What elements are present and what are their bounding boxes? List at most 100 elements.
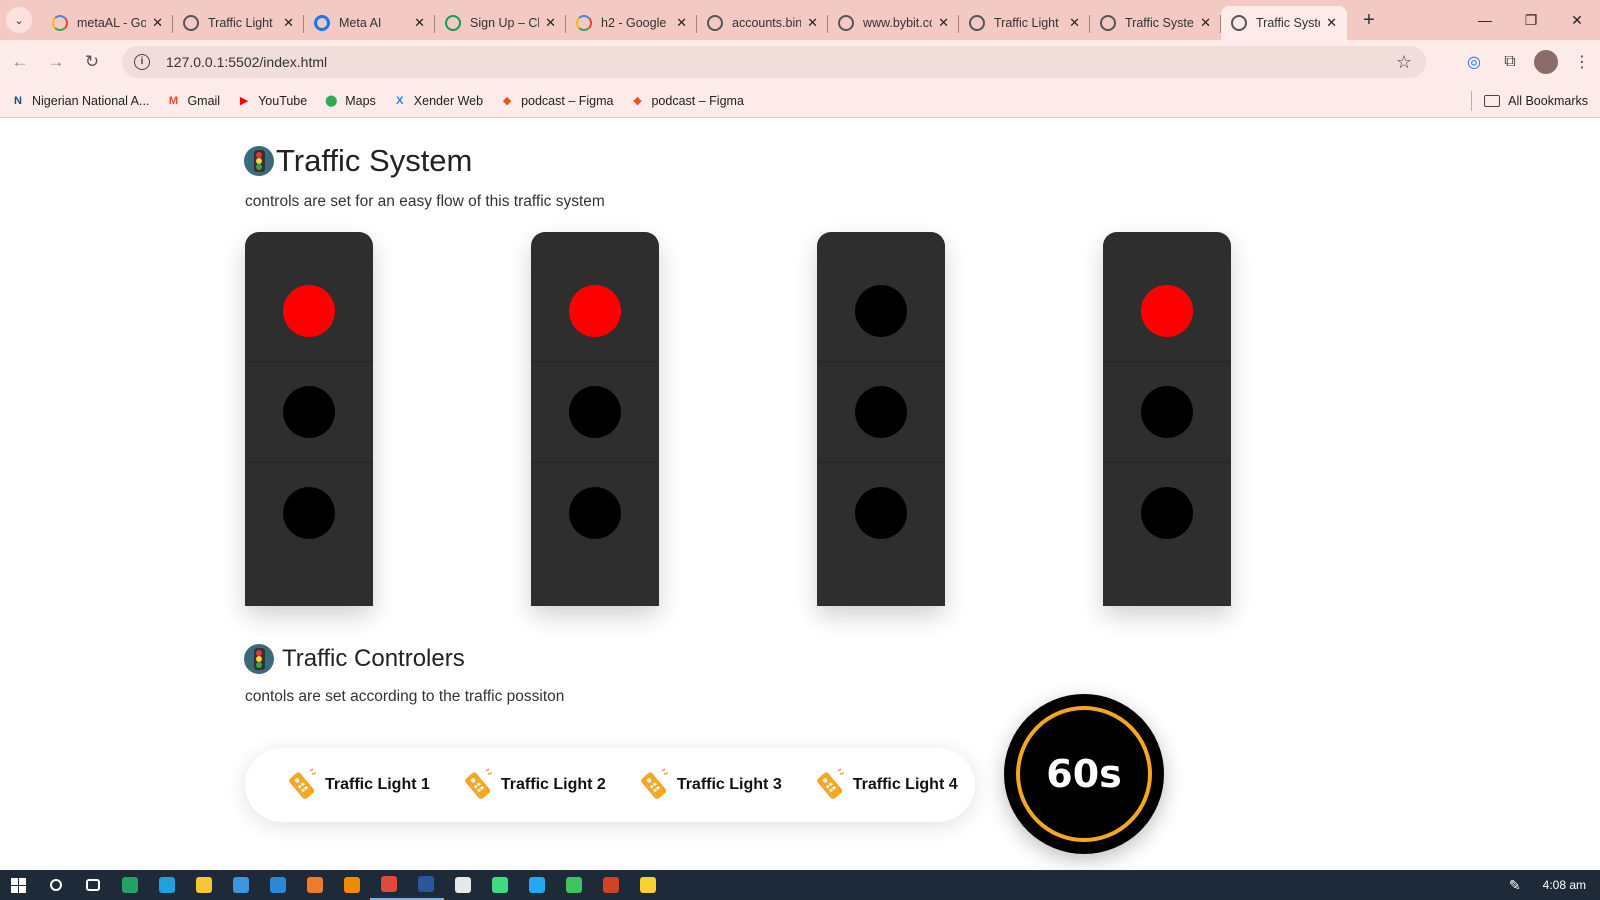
address-bar[interactable]: i 127.0.0.1:5502/index.html ☆ xyxy=(122,46,1426,78)
bookmark-item[interactable]: M Gmail xyxy=(165,93,220,109)
bookmark-star-icon[interactable]: ☆ xyxy=(1396,52,1412,73)
green-lamp xyxy=(1141,487,1193,539)
mail-icon[interactable] xyxy=(259,870,296,900)
tab-title: www.bybit.com xyxy=(863,16,932,30)
chrome-icon[interactable] xyxy=(370,870,407,900)
lamp-slot xyxy=(531,361,659,462)
browser-tab[interactable]: Traffic System ✕ xyxy=(1090,6,1221,40)
app-orange-icon[interactable] xyxy=(296,870,333,900)
lamp-slot xyxy=(817,260,945,361)
control-label: Traffic Light 2 xyxy=(500,776,606,793)
all-bookmarks-button[interactable]: All Bookmarks xyxy=(1484,84,1588,118)
task-view-icon[interactable] xyxy=(74,870,111,900)
tab-close-icon[interactable]: ✕ xyxy=(1326,15,1337,31)
site-info-icon[interactable]: i xyxy=(134,54,150,70)
powerpoint-icon[interactable] xyxy=(592,870,629,900)
tab-close-icon[interactable]: ✕ xyxy=(152,15,163,31)
close-window-button[interactable]: ✕ xyxy=(1554,0,1600,40)
tab-close-icon[interactable]: ✕ xyxy=(938,15,949,31)
app-glyph xyxy=(306,877,323,893)
browser-tab[interactable]: metaAL - Google ✕ xyxy=(42,6,173,40)
all-bookmarks-label: All Bookmarks xyxy=(1508,94,1588,108)
app-figure-icon[interactable] xyxy=(444,870,481,900)
traffic-light-2 xyxy=(531,232,659,606)
store-icon[interactable] xyxy=(222,870,259,900)
word-icon[interactable] xyxy=(407,870,444,900)
gmail-icon: M xyxy=(168,94,179,107)
lamp-slot xyxy=(531,462,659,563)
forward-button[interactable]: → xyxy=(40,46,72,78)
extension-icon[interactable]: ◎ xyxy=(1456,46,1492,78)
bookmark-item[interactable]: ◆ podcast – Figma xyxy=(629,93,744,109)
pen-icon[interactable]: ✎ xyxy=(1509,877,1521,894)
bookmark-item[interactable]: X Xender Web xyxy=(392,93,483,109)
tab-search-button[interactable]: ⌄ xyxy=(6,7,32,33)
minimize-button[interactable]: — xyxy=(1462,0,1508,40)
traffic-light-4-button[interactable]: Traffic Light 4 xyxy=(811,767,958,803)
tab-close-icon[interactable]: ✕ xyxy=(676,15,687,31)
menu-kebab-icon[interactable]: ⋮ xyxy=(1564,46,1600,78)
app-glyph xyxy=(232,877,249,893)
tab-close-icon[interactable]: ✕ xyxy=(1200,15,1211,31)
traffic-light-2-button[interactable]: Traffic Light 2 xyxy=(459,767,606,803)
tab-close-icon[interactable]: ✕ xyxy=(283,15,294,31)
tab-close-icon[interactable]: ✕ xyxy=(1069,15,1080,31)
browser-tab[interactable]: Meta AI ✕ xyxy=(304,6,435,40)
traffic-light-4 xyxy=(1103,232,1231,606)
figma-icon: ◆ xyxy=(502,95,512,107)
traffic-light-3-button[interactable]: Traffic Light 3 xyxy=(635,767,782,803)
clock[interactable]: 4:08 am xyxy=(1543,878,1586,892)
amber-lamp xyxy=(283,386,335,438)
extensions-puzzle-icon[interactable]: ⧉ xyxy=(1492,46,1528,78)
browser-tab[interactable]: www.bybit.com ✕ xyxy=(828,6,959,40)
google-icon xyxy=(576,15,592,31)
back-button[interactable]: ← xyxy=(4,46,36,78)
app-glyph xyxy=(343,877,360,893)
bookmark-item[interactable]: ◆ podcast – Figma xyxy=(499,93,614,109)
search-icon[interactable] xyxy=(37,870,74,900)
url-text[interactable]: 127.0.0.1:5502/index.html xyxy=(166,54,327,70)
restore-button[interactable]: ❐ xyxy=(1508,0,1554,40)
android-studio-icon[interactable] xyxy=(481,870,518,900)
globe-icon xyxy=(838,15,854,31)
tab-title: Sign Up – Chat xyxy=(470,16,539,30)
browser-tab[interactable]: h2 - Google Search ✕ xyxy=(566,6,697,40)
tab-close-icon[interactable]: ✕ xyxy=(545,15,556,31)
bookmark-list: N Nigerian National A... M Gmail ▶ YouTube ⬤ Ma… xyxy=(10,93,760,109)
tab-title: Traffic System xyxy=(1256,16,1320,30)
start-icon[interactable] xyxy=(0,870,37,900)
app-glyph xyxy=(639,877,656,893)
tab-close-icon[interactable]: ✕ xyxy=(807,15,818,31)
new-tab-button[interactable]: + xyxy=(1355,6,1383,34)
browser-tab[interactable]: Sign Up – Chat ✕ xyxy=(435,6,566,40)
globe-icon xyxy=(1231,15,1247,31)
amber-lamp xyxy=(855,386,907,438)
browser-tab[interactable]: accounts.binance ✕ xyxy=(697,6,828,40)
excel-icon[interactable] xyxy=(111,870,148,900)
browser-tab[interactable]: Traffic System ✕ xyxy=(1221,6,1347,40)
traffic-light-1-button[interactable]: Traffic Light 1 xyxy=(283,767,430,803)
browser-tab[interactable]: Traffic Light ✕ xyxy=(959,6,1090,40)
file-explorer-icon[interactable] xyxy=(185,870,222,900)
vlc-icon[interactable] xyxy=(333,870,370,900)
profile-avatar[interactable] xyxy=(1534,50,1558,74)
green-lamp xyxy=(569,487,621,539)
edge-icon[interactable] xyxy=(148,870,185,900)
bookmark-item[interactable]: N Nigerian National A... xyxy=(10,93,149,109)
bookmark-item[interactable]: ⬤ Maps xyxy=(323,93,376,109)
signup-icon xyxy=(445,15,461,31)
reload-button[interactable]: ↻ xyxy=(76,46,108,78)
lamp-slot xyxy=(245,361,373,462)
windows-taskbar: ✎ 4:08 am xyxy=(0,870,1600,900)
tab-close-icon[interactable]: ✕ xyxy=(414,15,425,31)
red-lamp xyxy=(283,284,335,337)
app-green-icon[interactable] xyxy=(555,870,592,900)
remote-control-icon xyxy=(283,767,319,803)
bookmark-item[interactable]: ▶ YouTube xyxy=(236,93,307,109)
sticky-notes-icon[interactable] xyxy=(629,870,666,900)
vscode-icon[interactable] xyxy=(518,870,555,900)
app-glyph xyxy=(491,877,508,893)
bookmark-label: podcast – Figma xyxy=(521,93,614,108)
browser-tab[interactable]: Traffic Light ✕ xyxy=(173,6,304,40)
remote-control-icon xyxy=(635,767,671,803)
